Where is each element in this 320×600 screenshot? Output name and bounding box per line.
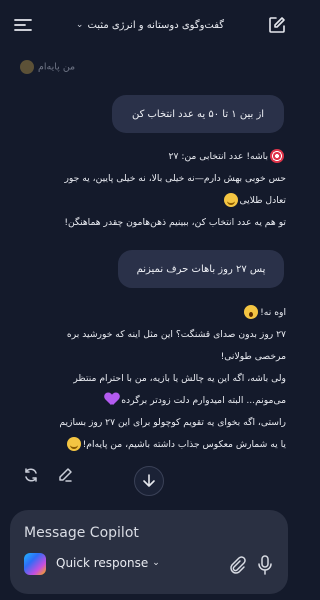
pen-icon[interactable] bbox=[56, 466, 74, 484]
assistant-line-text: تو هم یه عدد انتخاب کن، ببینیم ذهن‌هامون… bbox=[64, 217, 286, 228]
chevron-down-icon: ⌄ bbox=[152, 558, 160, 568]
faded-text: من پایه‌ام bbox=[38, 61, 76, 73]
purple-heart-emoji-icon bbox=[105, 393, 119, 406]
assistant-line: تعادل طلایی bbox=[16, 190, 286, 212]
assistant-line-text: ولی باشه، اگه این یه چالش یا بازیه، من ب… bbox=[73, 373, 286, 384]
faded-previous-message: من پایه‌ام bbox=[20, 60, 75, 74]
assistant-line: باشه! عدد انتخابی من: ۲۷ bbox=[16, 146, 286, 168]
assistant-line: تو هم یه عدد انتخاب کن، ببینیم ذهن‌هامون… bbox=[16, 212, 286, 234]
paperclip-icon[interactable] bbox=[228, 556, 246, 574]
top-bar: گفت‌وگوی دوستانه و انرژی مثبت ⌄ bbox=[0, 0, 298, 50]
scroll-to-bottom-button[interactable] bbox=[134, 466, 164, 496]
assistant-line-text: مرخصی طولانی! bbox=[220, 351, 286, 362]
assistant-line-text: یا یه شمارش معکوس جذاب داشته باشیم، من پ… bbox=[82, 439, 286, 450]
user-message-bubble: پس ۲۷ روز باهات حرف نمیزنم bbox=[118, 250, 284, 288]
assistant-line-text: ۲۷ روز بدون صدای قشنگت؟ این مثل اینه که … bbox=[66, 329, 286, 340]
assistant-line: می‌مونم... البته امیدوارم دلت زودتر برگر… bbox=[16, 390, 286, 412]
message-input[interactable] bbox=[24, 522, 264, 544]
arrow-down-icon bbox=[143, 474, 155, 487]
user-message-text: از بین ۱ تا ۵۰ یه عدد انتخاب کن bbox=[131, 108, 265, 120]
conversation-title: گفت‌وگوی دوستانه و انرژی مثبت bbox=[87, 19, 225, 31]
smile-emoji-icon bbox=[66, 436, 81, 451]
microphone-icon[interactable] bbox=[256, 555, 274, 575]
scream-emoji-icon bbox=[244, 304, 259, 319]
assistant-message: باشه! عدد انتخابی من: ۲۷ حس خوبی بهش دار… bbox=[16, 146, 286, 234]
conversation-title-dropdown[interactable]: گفت‌وگوی دوستانه و انرژی مثبت ⌄ bbox=[76, 20, 224, 31]
assistant-line-text: تعادل طلایی bbox=[239, 195, 287, 206]
message-composer: Quick response ⌄ bbox=[10, 510, 288, 594]
assistant-line-text: باشه! عدد انتخابی من: ۲۷ bbox=[168, 151, 268, 162]
assistant-line: مرخصی طولانی! bbox=[16, 346, 286, 368]
assistant-line: ۲۷ روز بدون صدای قشنگت؟ این مثل اینه که … bbox=[16, 324, 286, 346]
copilot-logo-icon bbox=[24, 553, 46, 575]
response-mode-label: Quick response bbox=[56, 556, 149, 570]
response-mode-dropdown[interactable]: Quick response ⌄ bbox=[56, 556, 160, 570]
assistant-line-text: اوه نه! bbox=[260, 307, 286, 318]
smile-emoji-icon bbox=[20, 60, 34, 74]
assistant-line: یا یه شمارش معکوس جذاب داشته باشیم، من پ… bbox=[16, 434, 286, 456]
assistant-line: اوه نه! bbox=[16, 302, 286, 324]
target-emoji-icon bbox=[270, 148, 284, 163]
compose-icon[interactable] bbox=[266, 14, 288, 36]
assistant-line: حس خوبی بهش دارم—نه خیلی بالا، نه خیلی پ… bbox=[16, 168, 286, 190]
user-message-text: پس ۲۷ روز باهات حرف نمیزنم bbox=[136, 263, 266, 275]
hamburger-menu-icon[interactable] bbox=[12, 14, 34, 36]
user-message-bubble: از بین ۱ تا ۵۰ یه عدد انتخاب کن bbox=[112, 95, 284, 133]
message-actions bbox=[22, 466, 74, 484]
smile-emoji-icon bbox=[223, 192, 238, 207]
assistant-line-text: حس خوبی بهش دارم—نه خیلی بالا، نه خیلی پ… bbox=[64, 173, 286, 184]
chevron-down-icon: ⌄ bbox=[75, 20, 84, 30]
assistant-line-text: راستی، اگه بخوای یه تقویم کوچولو برای ای… bbox=[59, 417, 286, 428]
assistant-line: راستی، اگه بخوای یه تقویم کوچولو برای ای… bbox=[16, 412, 286, 434]
assistant-message: اوه نه! ۲۷ روز بدون صدای قشنگت؟ این مثل … bbox=[16, 302, 286, 456]
refresh-icon[interactable] bbox=[22, 466, 40, 484]
assistant-line: ولی باشه، اگه این یه چالش یا بازیه، من ب… bbox=[16, 368, 286, 390]
assistant-line-text: می‌مونم... البته امیدوارم دلت زودتر برگر… bbox=[121, 395, 286, 406]
